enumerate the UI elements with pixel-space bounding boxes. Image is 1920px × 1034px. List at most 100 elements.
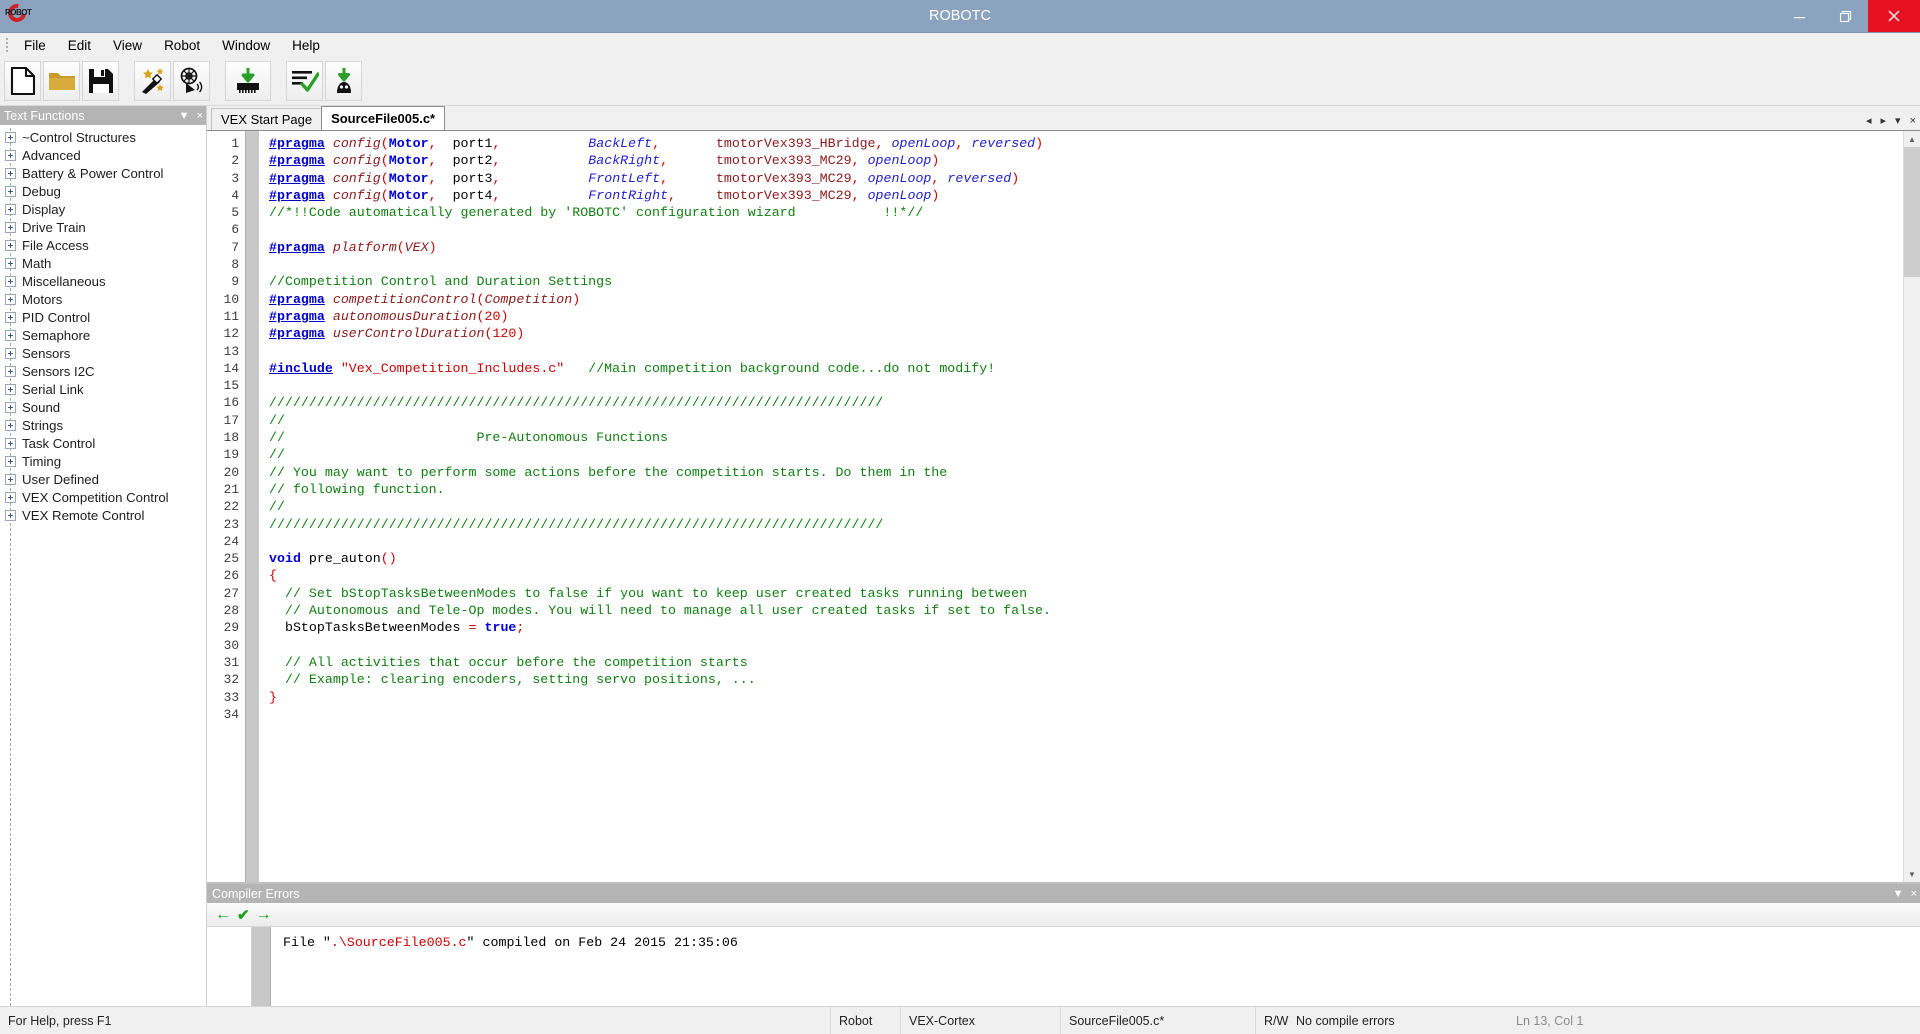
gutter-margin-bar[interactable] bbox=[245, 131, 259, 882]
code-line[interactable]: #pragma config(Motor, port2, BackRight, … bbox=[269, 152, 1903, 169]
no-errors-check-icon[interactable]: ✔ bbox=[237, 906, 250, 924]
save-file-button[interactable] bbox=[82, 61, 119, 101]
tree-item-display[interactable]: Display bbox=[0, 200, 206, 218]
minimize-button[interactable] bbox=[1776, 0, 1822, 32]
expand-plus-icon[interactable] bbox=[5, 131, 16, 143]
expand-plus-icon[interactable] bbox=[5, 455, 16, 467]
code-line[interactable]: // All activities that occur before the … bbox=[269, 654, 1903, 671]
close-button[interactable] bbox=[1868, 0, 1920, 32]
menu-item-robot[interactable]: Robot bbox=[153, 35, 211, 56]
code-line[interactable]: #pragma config(Motor, port4, FrontRight,… bbox=[269, 187, 1903, 204]
menu-item-view[interactable]: View bbox=[102, 35, 153, 56]
tree-item-semaphore[interactable]: Semaphore bbox=[0, 326, 206, 344]
code-line[interactable]: #pragma platform(VEX) bbox=[269, 239, 1903, 256]
tab-sourcefile005[interactable]: SourceFile005.c* bbox=[321, 106, 446, 130]
tree-item-strings[interactable]: Strings bbox=[0, 416, 206, 434]
code-line[interactable]: #pragma autonomousDuration(20) bbox=[269, 308, 1903, 325]
scrollbar-thumb[interactable] bbox=[1904, 147, 1920, 277]
menu-item-window[interactable]: Window bbox=[211, 35, 281, 56]
menu-grip-handle[interactable] bbox=[2, 36, 11, 54]
code-line[interactable] bbox=[269, 221, 1903, 238]
code-editor[interactable]: 1 2 3 4 5 6 7 8 9 10 11 12 13 14 15 16 17 18 19 20 21 22 23 24 2… bbox=[207, 131, 1903, 882]
open-file-button[interactable] bbox=[43, 61, 80, 101]
tree-item-user-defined[interactable]: User Defined bbox=[0, 470, 206, 488]
code-line[interactable]: #pragma config(Motor, port1, BackLeft, t… bbox=[269, 135, 1903, 152]
expand-plus-icon[interactable] bbox=[5, 419, 16, 431]
tree-item-motors[interactable]: Motors bbox=[0, 290, 206, 308]
tree-item-serial-link[interactable]: Serial Link bbox=[0, 380, 206, 398]
expand-plus-icon[interactable] bbox=[5, 311, 16, 323]
tree-item-control-structures[interactable]: ~Control Structures bbox=[0, 128, 206, 146]
expand-plus-icon[interactable] bbox=[5, 239, 16, 251]
code-line[interactable]: #pragma userControlDuration(120) bbox=[269, 325, 1903, 342]
code-line[interactable]: { bbox=[269, 567, 1903, 584]
compile-program-button[interactable] bbox=[286, 61, 323, 101]
editor-vertical-scrollbar[interactable]: ▲ ▼ bbox=[1903, 131, 1920, 882]
expand-plus-icon[interactable] bbox=[5, 365, 16, 377]
code-line[interactable]: // You may want to perform some actions … bbox=[269, 464, 1903, 481]
tree-item-file-access[interactable]: File Access bbox=[0, 236, 206, 254]
tree-item-miscellaneous[interactable]: Miscellaneous bbox=[0, 272, 206, 290]
download-program-button[interactable] bbox=[325, 61, 362, 101]
code-line[interactable]: } bbox=[269, 689, 1903, 706]
tab-close-icon[interactable]: × bbox=[1910, 115, 1916, 127]
code-line[interactable]: #pragma config(Motor, port3, FrontLeft, … bbox=[269, 170, 1903, 187]
vex-remote-button[interactable] bbox=[173, 61, 210, 101]
previous-error-icon[interactable]: ← bbox=[215, 906, 231, 924]
tree-item-math[interactable]: Math bbox=[0, 254, 206, 272]
code-line[interactable]: // Set bStopTasksBetweenModes to false i… bbox=[269, 585, 1903, 602]
expand-plus-icon[interactable] bbox=[5, 329, 16, 341]
expand-plus-icon[interactable] bbox=[5, 275, 16, 287]
tab-prev-icon[interactable]: ◂ bbox=[1866, 114, 1872, 127]
code-line[interactable] bbox=[269, 706, 1903, 723]
code-line[interactable]: // bbox=[269, 498, 1903, 515]
expand-plus-icon[interactable] bbox=[5, 401, 16, 413]
code-line[interactable]: ////////////////////////////////////////… bbox=[269, 516, 1903, 533]
expand-plus-icon[interactable] bbox=[5, 221, 16, 233]
expand-plus-icon[interactable] bbox=[5, 383, 16, 395]
code-line[interactable]: // bbox=[269, 446, 1903, 463]
menu-item-file[interactable]: File bbox=[13, 35, 57, 56]
tab-vex-start-page[interactable]: VEX Start Page bbox=[211, 108, 323, 130]
compiler-panel-close-icon[interactable]: × bbox=[1911, 888, 1917, 900]
expand-plus-icon[interactable] bbox=[5, 257, 16, 269]
code-line[interactable]: // Autonomous and Tele-Op modes. You wil… bbox=[269, 602, 1903, 619]
tree-item-sound[interactable]: Sound bbox=[0, 398, 206, 416]
code-line[interactable]: #include "Vex_Competition_Includes.c" //… bbox=[269, 360, 1903, 377]
expand-plus-icon[interactable] bbox=[5, 509, 16, 521]
expand-plus-icon[interactable] bbox=[5, 347, 16, 359]
code-line[interactable]: // following function. bbox=[269, 481, 1903, 498]
expand-plus-icon[interactable] bbox=[5, 437, 16, 449]
code-line[interactable]: bStopTasksBetweenModes = true; bbox=[269, 619, 1903, 636]
panel-close-icon[interactable]: × bbox=[197, 110, 203, 122]
tree-item-advanced[interactable]: Advanced bbox=[0, 146, 206, 164]
code-line[interactable] bbox=[269, 377, 1903, 394]
tree-item-battery-power-control[interactable]: Battery & Power Control bbox=[0, 164, 206, 182]
maximize-button[interactable] bbox=[1822, 0, 1868, 32]
code-text-area[interactable]: #pragma config(Motor, port1, BackLeft, t… bbox=[259, 131, 1903, 882]
code-line[interactable] bbox=[269, 533, 1903, 550]
download-firmware-button[interactable] bbox=[225, 61, 271, 101]
expand-plus-icon[interactable] bbox=[5, 167, 16, 179]
code-line[interactable] bbox=[269, 637, 1903, 654]
code-line[interactable]: ////////////////////////////////////////… bbox=[269, 394, 1903, 411]
tab-next-icon[interactable]: ▸ bbox=[1881, 114, 1887, 127]
tree-item-vex-remote-control[interactable]: VEX Remote Control bbox=[0, 506, 206, 524]
expand-plus-icon[interactable] bbox=[5, 185, 16, 197]
menu-item-help[interactable]: Help bbox=[281, 35, 331, 56]
code-line[interactable]: //Competition Control and Duration Setti… bbox=[269, 273, 1903, 290]
panel-collapse-icon[interactable]: ▼ bbox=[179, 110, 190, 122]
tree-item-task-control[interactable]: Task Control bbox=[0, 434, 206, 452]
new-file-button[interactable] bbox=[4, 61, 41, 101]
menu-item-edit[interactable]: Edit bbox=[57, 35, 102, 56]
code-line[interactable]: // Pre-Autonomous Functions bbox=[269, 429, 1903, 446]
code-line[interactable]: // bbox=[269, 412, 1903, 429]
tree-item-vex-competition-control[interactable]: VEX Competition Control bbox=[0, 488, 206, 506]
expand-plus-icon[interactable] bbox=[5, 203, 16, 215]
code-line[interactable]: #pragma competitionControl(Competition) bbox=[269, 291, 1903, 308]
tree-item-sensors[interactable]: Sensors bbox=[0, 344, 206, 362]
code-line[interactable] bbox=[269, 256, 1903, 273]
compiler-panel-collapse-icon[interactable]: ▼ bbox=[1893, 888, 1904, 900]
scrollbar-track[interactable] bbox=[1904, 147, 1920, 866]
tree-item-drive-train[interactable]: Drive Train bbox=[0, 218, 206, 236]
